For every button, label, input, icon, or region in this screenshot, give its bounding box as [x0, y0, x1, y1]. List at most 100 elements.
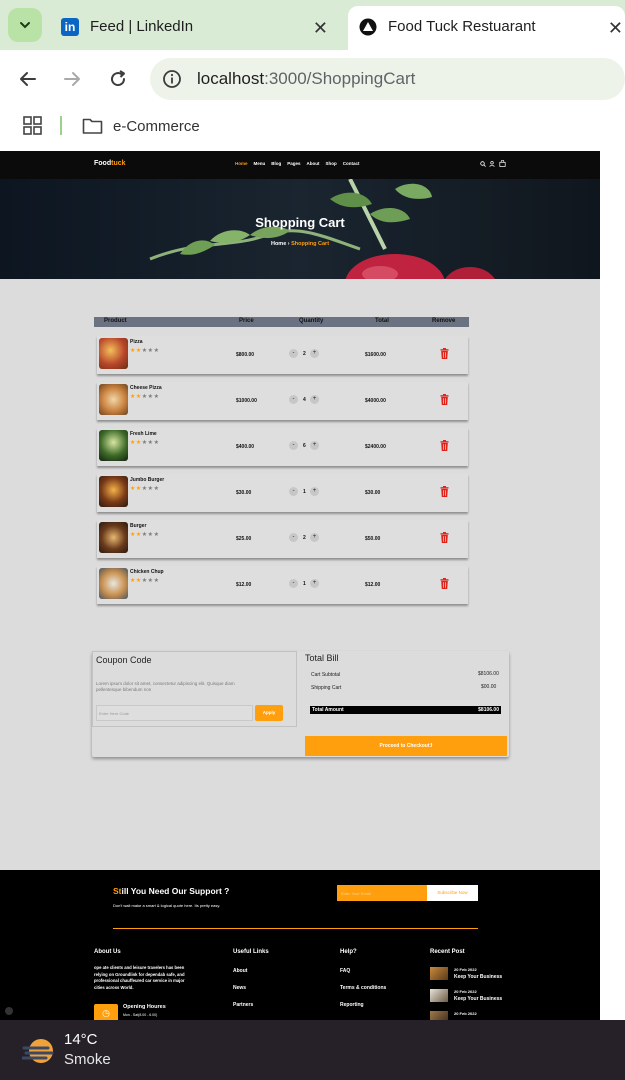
product-image: [99, 384, 128, 415]
smoke-weather-icon: [22, 1039, 54, 1063]
star-icon: ★: [153, 348, 160, 354]
link-about[interactable]: About: [233, 968, 247, 974]
nav-menu[interactable]: Menu: [254, 161, 266, 166]
breadcrumb-current: Shopping Cart: [291, 241, 330, 247]
product-rating: ★★★★★: [130, 485, 159, 492]
cart-row: Cheese Pizza ★★★★★ $1000.00 -4 + $4000.00: [97, 382, 468, 420]
increase-quantity-button[interactable]: +: [310, 395, 319, 404]
trash-icon[interactable]: [440, 578, 449, 589]
decrease-quantity-button[interactable]: -: [289, 487, 298, 496]
about-title: About Us: [94, 949, 121, 955]
vercel-triangle-icon: [359, 18, 377, 36]
cart-row: Chicken Chup ★★★★★ $12.00 -1 + $12.00: [97, 566, 468, 604]
decrease-quantity-button[interactable]: -: [289, 441, 298, 450]
bookmark-folder-ecommerce[interactable]: e-Commerce: [82, 114, 200, 138]
increase-quantity-button[interactable]: +: [310, 533, 319, 542]
trash-icon[interactable]: [440, 440, 449, 451]
breadcrumb-home[interactable]: Home: [271, 241, 286, 247]
recent-post-1[interactable]: 20 Feb 2022 Keep Your Business: [430, 966, 530, 984]
increase-quantity-button[interactable]: +: [310, 579, 319, 588]
nav-shop[interactable]: Shop: [326, 161, 337, 166]
recent-post-2[interactable]: 20 Feb 2022 Keep Your Business: [430, 988, 530, 1006]
close-tab-icon[interactable]: ✕: [608, 18, 623, 39]
bill-title: Total Bill: [305, 653, 339, 663]
post-thumbnail: [430, 989, 448, 1002]
header-remove: Remove: [432, 318, 456, 324]
increase-quantity-button[interactable]: +: [310, 487, 319, 496]
product-price: $800.00: [236, 352, 255, 358]
hours-title: Opening Houres: [123, 1004, 166, 1010]
increase-quantity-button[interactable]: +: [310, 441, 319, 450]
decrease-quantity-button[interactable]: -: [289, 395, 298, 404]
trash-icon[interactable]: [440, 394, 449, 405]
product-price: $12.00: [236, 582, 252, 588]
cart-bag-icon[interactable]: [499, 160, 506, 167]
nav-pages[interactable]: Pages: [287, 161, 300, 166]
product-name: Cheese Pizza: [130, 385, 162, 391]
forward-arrow-icon[interactable]: [62, 69, 82, 89]
tab-food-tuck[interactable]: Food Tuck Restuarant ✕: [348, 6, 625, 50]
chat-bubble-icon[interactable]: [5, 1007, 13, 1015]
link-news[interactable]: News: [233, 985, 246, 991]
weather-temp: 14°C: [64, 1031, 98, 1048]
product-total: $1600.00: [365, 352, 386, 358]
url-text: localhost:3000/ShoppingCart: [197, 69, 416, 88]
product-price: $30.00: [236, 490, 252, 496]
decrease-quantity-button[interactable]: -: [289, 579, 298, 588]
cart-row: Burger ★★★★★ $25.00 -2 + $50.00: [97, 520, 468, 558]
header-price: Price: [239, 318, 254, 324]
product-rating: ★★★★★: [130, 577, 159, 584]
product-name: Pizza: [130, 339, 143, 345]
newsletter-email-input[interactable]: Enter Your Email: [337, 885, 427, 901]
quantity-value: 2: [303, 535, 306, 541]
email-placeholder: Enter Your Email: [341, 891, 371, 896]
help-terms[interactable]: Terms & conditions: [340, 985, 386, 991]
reload-icon[interactable]: [108, 69, 128, 89]
nav-home[interactable]: Home: [235, 161, 248, 166]
site-logo[interactable]: Foodtuck: [94, 160, 126, 167]
product-name: Burger: [130, 523, 147, 529]
decrease-quantity-button[interactable]: -: [289, 533, 298, 542]
site-info-icon[interactable]: [162, 69, 182, 89]
link-partners[interactable]: Partners: [233, 1002, 253, 1008]
recent-post-title: Recent Post: [430, 949, 465, 955]
help-reporting[interactable]: Reporting: [340, 1002, 364, 1008]
decrease-quantity-button[interactable]: -: [289, 349, 298, 358]
star-icon: ★: [153, 578, 160, 584]
cart-table-header: Product Price Quantity Total Remove: [94, 317, 469, 327]
search-icon[interactable]: [480, 161, 486, 167]
tab-search-button[interactable]: [8, 8, 42, 42]
help-faq[interactable]: FAQ: [340, 968, 350, 974]
address-bar[interactable]: localhost:3000/ShoppingCart: [150, 58, 625, 100]
proceed-to-checkout-button[interactable]: Proceed to Checkout⮥: [305, 736, 507, 756]
post-date: 20 Feb 2022: [454, 967, 477, 972]
trash-icon[interactable]: [440, 532, 449, 543]
linkedin-icon: in: [61, 18, 79, 36]
subscribe-button[interactable]: Subscribe Now: [427, 885, 478, 901]
product-total: $50.00: [365, 536, 381, 542]
close-tab-icon[interactable]: ✕: [313, 18, 328, 39]
post-date: 20 Feb 2022: [454, 1011, 477, 1016]
nav-blog[interactable]: Blog: [271, 161, 281, 166]
product-image: [99, 430, 128, 461]
page-gutter: [600, 151, 625, 1021]
trash-icon[interactable]: [440, 486, 449, 497]
shipping-value: $00.00: [481, 684, 497, 690]
product-total: $4000.00: [365, 398, 386, 404]
increase-quantity-button[interactable]: +: [310, 349, 319, 358]
nav-contact[interactable]: Contact: [343, 161, 360, 166]
weather-widget[interactable]: 14°C Smoke: [20, 1028, 170, 1074]
apps-grid-icon[interactable]: [23, 116, 42, 135]
subtotal-value: $8106.00: [478, 671, 499, 677]
trash-icon[interactable]: [440, 348, 449, 359]
tab-linkedin[interactable]: in Feed | LinkedIn ✕: [52, 6, 342, 50]
user-icon[interactable]: [489, 161, 495, 167]
bookmarks-bar: e-Commerce: [0, 108, 625, 151]
product-rating: ★★★★★: [130, 439, 159, 446]
web-page: Foodtuck Home Menu Blog Pages About Shop…: [0, 151, 600, 1021]
product-rating: ★★★★★: [130, 531, 159, 538]
nav-about[interactable]: About: [307, 161, 320, 166]
back-arrow-icon[interactable]: [18, 69, 38, 89]
hero-title: Shopping Cart: [255, 215, 345, 230]
browser-toolbar: localhost:3000/ShoppingCart: [0, 50, 625, 108]
